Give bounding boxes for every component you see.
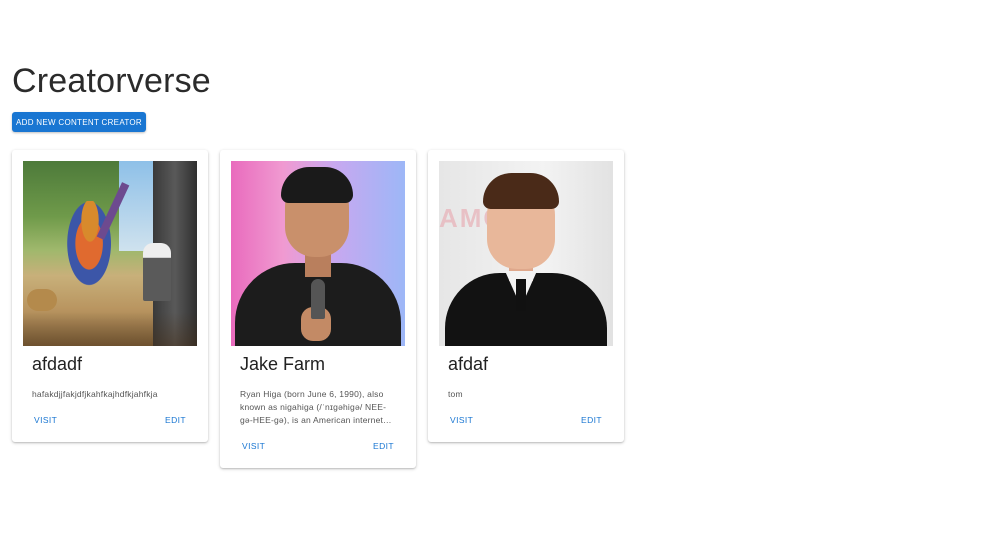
creator-name: Jake Farm: [240, 354, 326, 374]
creator-card-list: afdadf hafakdjjfakjdfjkahfkajhdfkjahfkja…: [12, 150, 624, 468]
card-actions: VISIT EDIT: [231, 427, 405, 468]
add-new-creator-button[interactable]: ADD NEW CONTENT CREATOR: [12, 112, 146, 132]
page-title: Creatorverse: [12, 62, 211, 100]
creator-description: Ryan Higa (born June 6, 1990), also know…: [240, 389, 392, 425]
creator-description: hafakdjjfakjdfjkahfkajhdfkjahfkja: [32, 389, 158, 399]
creator-card: AMC OS afdaf tom VISIT EDIT: [428, 150, 624, 442]
creator-card: afdadf hafakdjjfakjdfjkahfkajhdfkjahfkja…: [12, 150, 208, 442]
card-actions: VISIT EDIT: [23, 401, 197, 442]
creator-photo: AMC OS: [439, 161, 613, 346]
actor-portrait-image: AMC OS: [439, 161, 613, 346]
creator-photo: [23, 161, 197, 346]
speaker-portrait-image: [231, 161, 405, 346]
page: Creatorverse ADD NEW CONTENT CREATOR afd…: [0, 0, 1000, 544]
card-actions: VISIT EDIT: [439, 401, 613, 442]
creator-card: Jake Farm Ryan Higa (born June 6, 1990),…: [220, 150, 416, 468]
edit-button[interactable]: EDIT: [581, 415, 602, 425]
cartoon-scene-image: [23, 161, 197, 346]
visit-button[interactable]: VISIT: [242, 441, 265, 451]
creator-description: tom: [448, 389, 463, 399]
creator-name: afdaf: [448, 354, 489, 374]
creator-photo: [231, 161, 405, 346]
visit-button[interactable]: VISIT: [450, 415, 473, 425]
visit-button[interactable]: VISIT: [34, 415, 57, 425]
edit-button[interactable]: EDIT: [373, 441, 394, 451]
edit-button[interactable]: EDIT: [165, 415, 186, 425]
creator-name: afdadf: [32, 354, 83, 374]
